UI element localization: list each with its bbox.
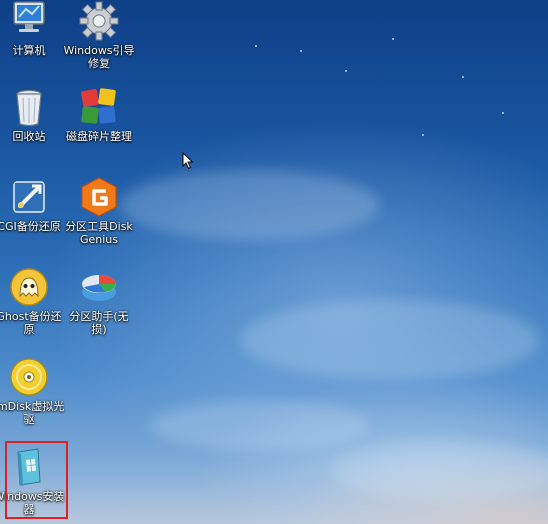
icon-label: Windows引导修复 xyxy=(63,44,135,70)
star xyxy=(392,38,394,40)
cloud xyxy=(150,400,370,450)
star xyxy=(502,112,504,114)
cloud xyxy=(120,170,380,240)
icon-label: Ghost备份还原 xyxy=(0,310,62,336)
recycle-bin-icon xyxy=(16,90,42,127)
desktop-icon-cgi-backup[interactable]: CGI备份还原 xyxy=(0,176,66,233)
mouse-cursor-icon xyxy=(182,152,194,170)
star xyxy=(300,50,302,52)
star xyxy=(462,76,464,78)
desktop-icon-windows-boot-repair[interactable]: Windows引导修复 xyxy=(62,0,136,70)
imdisk-icon xyxy=(10,358,48,396)
ghost-icon xyxy=(10,268,48,306)
icon-label: 分区助手(无损) xyxy=(69,310,129,336)
partition-assistant-icon xyxy=(82,275,116,301)
icon-label: 计算机 xyxy=(12,44,46,57)
icon-label: ImDisk虚拟光驱 xyxy=(0,400,65,426)
desktop-icon-diskgenius[interactable]: 分区工具DiskGenius xyxy=(62,176,136,246)
star xyxy=(255,45,257,47)
desktop-icon-partition-assistant[interactable]: 分区助手(无损) xyxy=(62,266,136,336)
icon-label: 分区工具DiskGenius xyxy=(65,220,133,246)
star xyxy=(422,134,424,136)
desktop[interactable]: 计算机 Windows引导修复 回收站 磁盘碎片整理 CGI备份还原 分区工具D… xyxy=(0,0,548,524)
gear-icon xyxy=(79,1,119,41)
cloud xyxy=(330,440,548,500)
desktop-icon-ghost[interactable]: Ghost备份还原 xyxy=(0,266,66,336)
icon-label: CGI备份还原 xyxy=(0,220,61,233)
highlight-box xyxy=(5,441,68,519)
desktop-icon-computer[interactable]: 计算机 xyxy=(0,0,66,57)
icon-label: 磁盘碎片整理 xyxy=(66,130,132,143)
cloud xyxy=(240,300,540,380)
diskgenius-icon xyxy=(81,177,117,217)
defrag-icon xyxy=(81,88,116,124)
icon-label: 回收站 xyxy=(12,130,46,143)
desktop-icon-recycle-bin[interactable]: 回收站 xyxy=(0,86,66,143)
star xyxy=(345,70,347,72)
desktop-icon-defrag[interactable]: 磁盘碎片整理 xyxy=(62,86,136,143)
cgi-backup-icon xyxy=(13,181,45,213)
computer-icon xyxy=(13,1,45,32)
desktop-icon-imdisk[interactable]: ImDisk虚拟光驱 xyxy=(0,356,66,426)
